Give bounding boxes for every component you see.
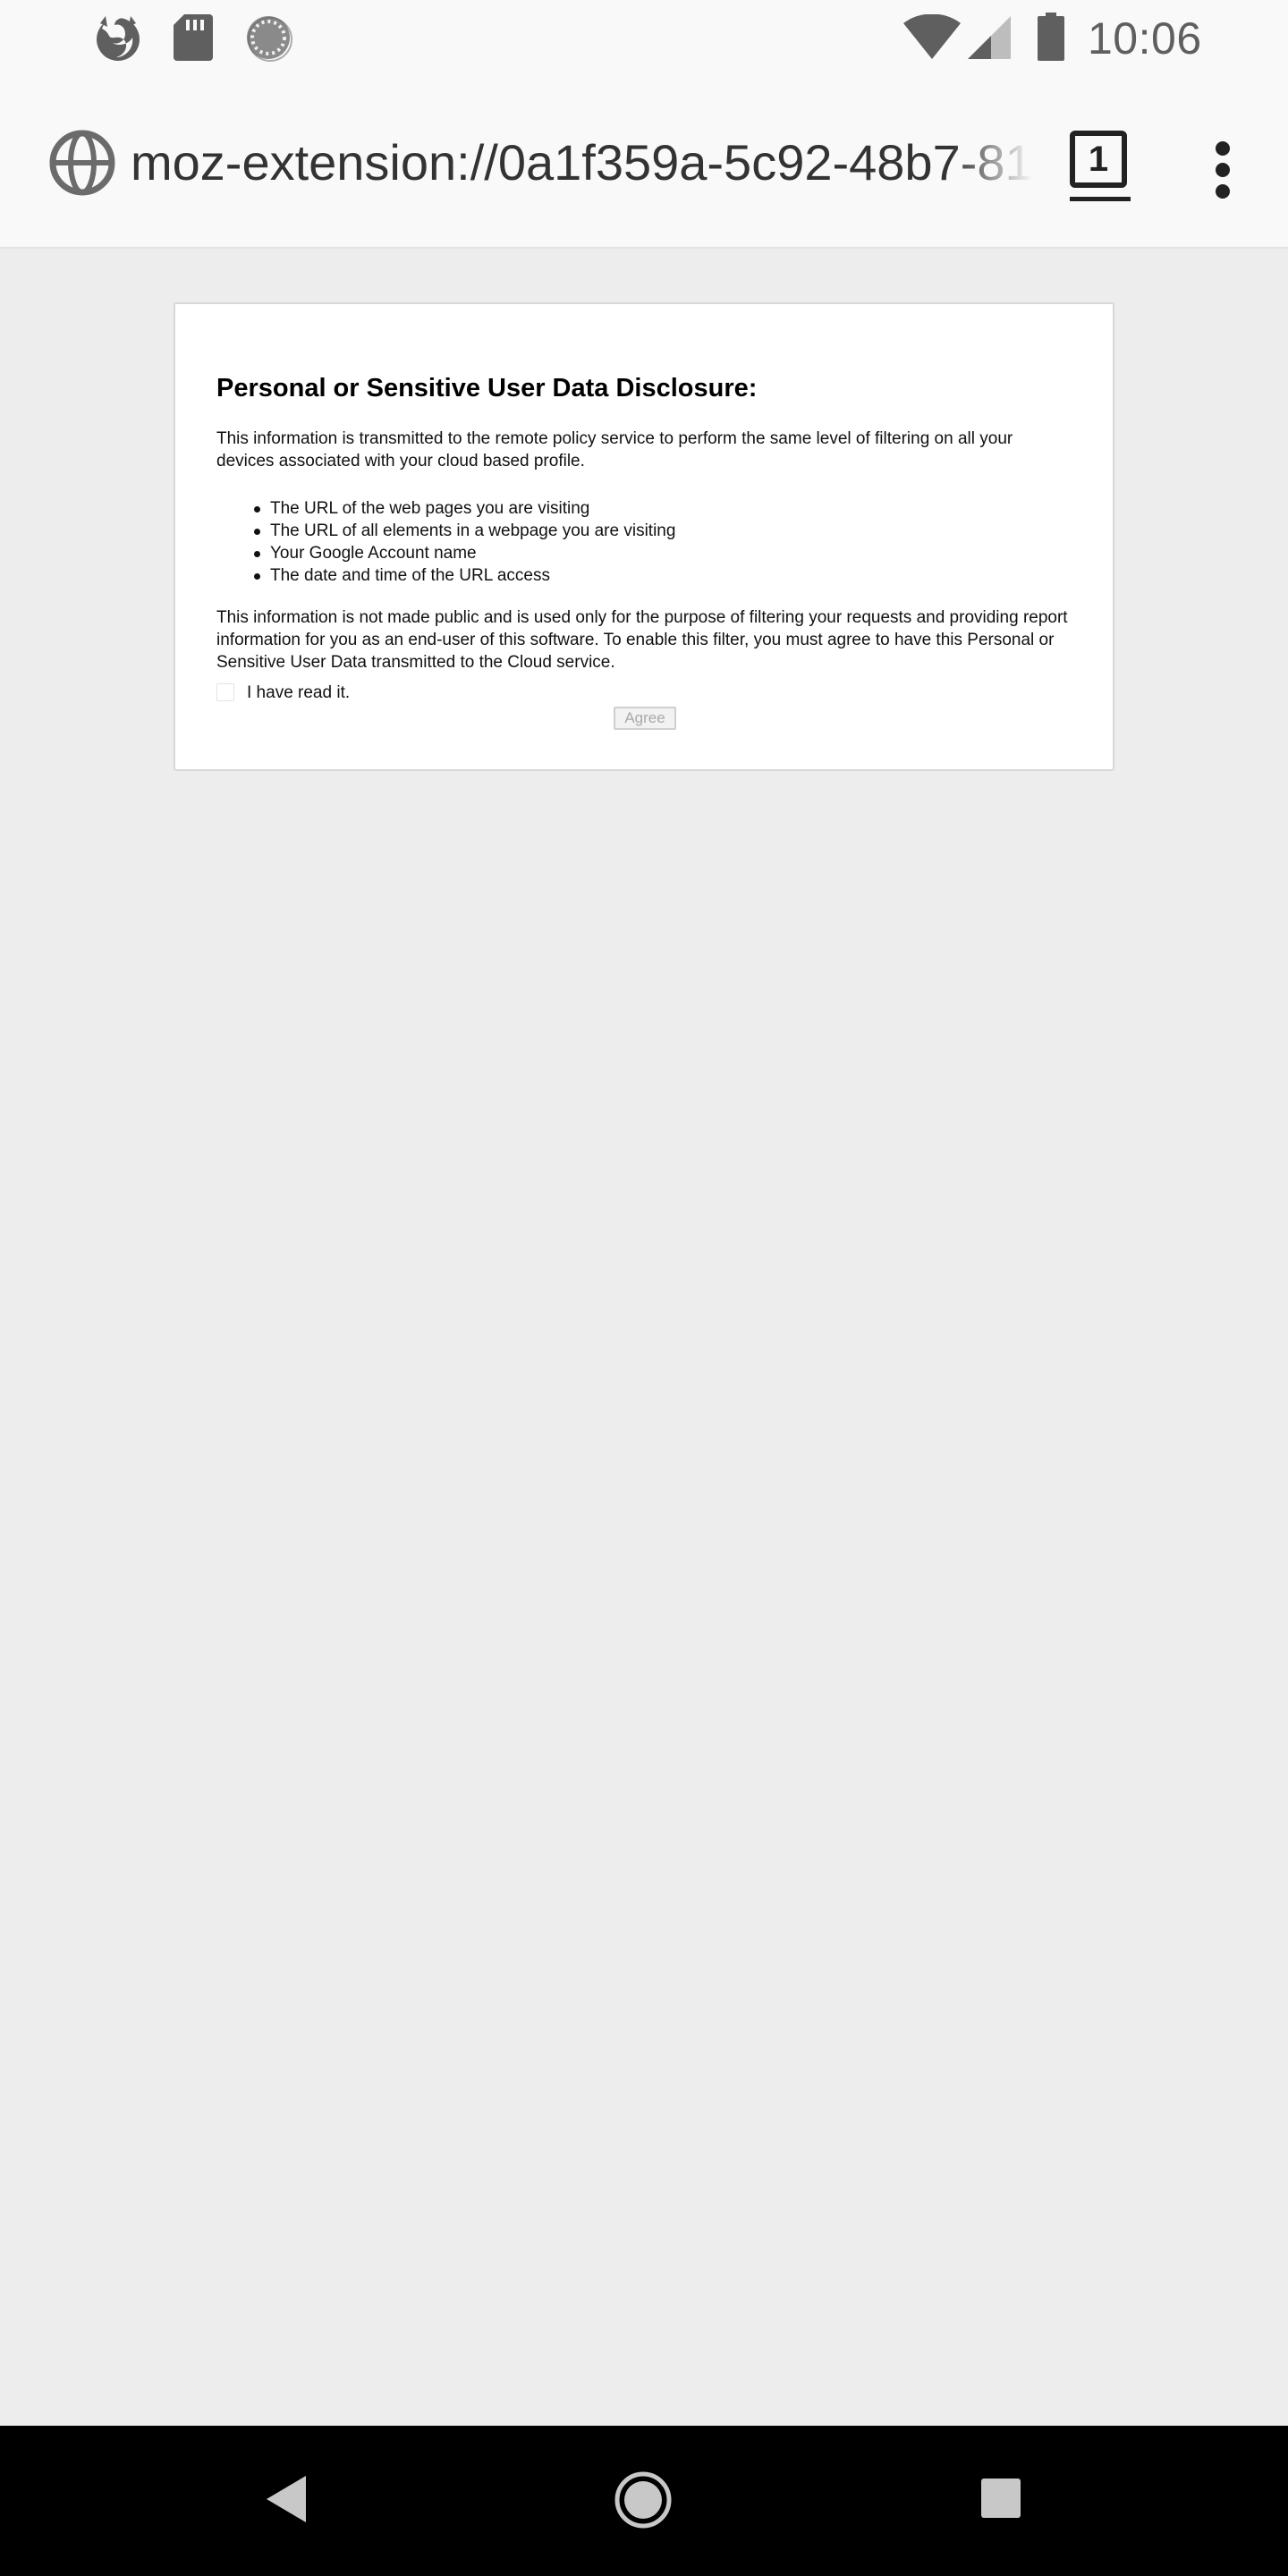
firefox-icon: [97, 16, 140, 61]
bullet: [254, 529, 260, 535]
disclosure-card: Personal or Sensitive User Data Disclosu…: [174, 302, 1114, 771]
bullet: [254, 506, 260, 513]
menu-dot: [1216, 184, 1230, 199]
wifi-icon: [903, 14, 961, 59]
list-item: The date and time of the URL access: [254, 564, 1072, 587]
agree-button[interactable]: Agree: [614, 707, 676, 730]
list-item-text: The URL of all elements in a webpage you…: [270, 521, 676, 540]
status-clock: 10:06: [1088, 13, 1202, 64]
navigation-bar: [0, 2426, 1288, 2576]
disclosure-title: Personal or Sensitive User Data Disclosu…: [216, 374, 758, 402]
tabs-counter-button[interactable]: 1: [1063, 127, 1138, 202]
browser-toolbar: moz-extension://0a1f359a-5c92-48b7-81 1: [0, 75, 1288, 249]
list-item: Your Google Account name: [254, 542, 1072, 564]
menu-dot: [1216, 163, 1230, 177]
url-fade: [952, 125, 1032, 200]
checkbox-label[interactable]: I have read it.: [247, 682, 350, 705]
list-item-text: The date and time of the URL access: [270, 566, 550, 585]
tab-count: 1: [1070, 131, 1127, 188]
sd-card-icon: [174, 14, 213, 61]
recents-icon[interactable]: [980, 2478, 1021, 2519]
data-items-list: The URL of the web pages you are visitin…: [254, 497, 1072, 587]
home-icon[interactable]: [614, 2470, 673, 2529]
battery-icon: [1038, 13, 1064, 61]
read-checkbox[interactable]: [216, 683, 234, 701]
tabs-underline: [1070, 197, 1131, 201]
status-bar: 10:06: [0, 0, 1288, 75]
globe-icon[interactable]: [48, 129, 116, 197]
disclosure-outro: This information is not made public and …: [216, 608, 1068, 672]
url-text: moz-extension://0a1f359a-5c92-48b7-81: [131, 134, 1032, 191]
overflow-menu-icon[interactable]: [1199, 132, 1249, 208]
disclosure-intro: This information is transmitted to the r…: [216, 429, 1013, 470]
bullet: [254, 573, 260, 580]
list-item-text: The URL of the web pages you are visitin…: [270, 499, 590, 518]
menu-dot: [1216, 141, 1230, 156]
list-item: The URL of all elements in a webpage you…: [254, 520, 1072, 542]
bullet: [254, 551, 260, 557]
list-item-text: Your Google Account name: [270, 544, 477, 563]
signal-icon: [968, 16, 1011, 59]
url-bar[interactable]: moz-extension://0a1f359a-5c92-48b7-81: [131, 125, 1032, 200]
list-item: The URL of the web pages you are visitin…: [254, 497, 1072, 520]
sync-icon: [247, 16, 292, 62]
back-icon[interactable]: [265, 2474, 308, 2524]
